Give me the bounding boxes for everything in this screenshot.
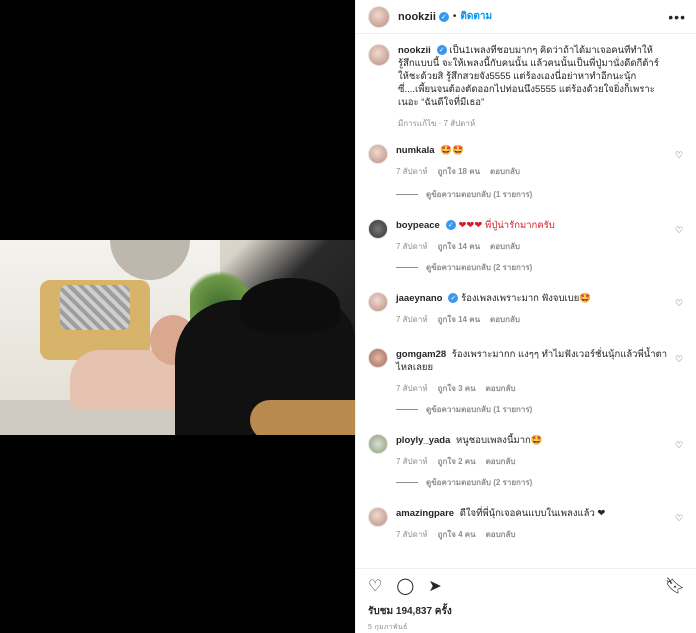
avatar[interactable]	[368, 434, 388, 454]
avatar[interactable]	[368, 348, 388, 368]
caption-meta: มีการแก้ไข · 7 สัปดาห์	[398, 119, 476, 128]
comment-icon[interactable]: ◯	[396, 576, 414, 596]
caption: nookzii ✓ เป็น1เพลงที่ชอบมากๆ คิดว่าถ้าได…	[368, 44, 685, 130]
comment-time: 7 สัปดาห์	[396, 530, 428, 539]
post-date[interactable]: 5 กุมภาพันธ์	[368, 622, 408, 633]
comment-item: amazingpare ดีใจที่พี่นุ้กเจอคนแบบในเพลง…	[368, 507, 685, 541]
comment-time: 7 สัปดาห์	[396, 384, 428, 393]
post-media[interactable]	[0, 0, 355, 633]
post-actions: ♡ ◯ ➤ 🔖︎	[356, 568, 696, 602]
comment-username[interactable]: ployly_yada	[396, 435, 450, 446]
comment-item: boypeace ✓ ❤❤❤ พี่ปู่น่ารักมากครับ 7 สัปด…	[368, 219, 685, 253]
caption-text: เป็น1เพลงที่ชอบมากๆ คิดว่าถ้าได้มาเจอคนท…	[398, 45, 659, 108]
view-replies-label[interactable]: ดูข้อความตอบกลับ (2 รายการ)	[426, 261, 532, 274]
views-count[interactable]: รับชม 194,837 ครั้ง	[368, 604, 452, 619]
avatar[interactable]	[368, 144, 388, 164]
heart-icon[interactable]: ♡	[675, 354, 685, 364]
heart-icon[interactable]: ♡	[675, 298, 685, 308]
comment-likes[interactable]: ถูกใจ 4 คน	[438, 528, 476, 541]
divider	[396, 482, 418, 483]
comment-time: 7 สัปดาห์	[396, 167, 428, 176]
comment-item: gomgam28 ร้องเพราะมากก แงๆๆ ทำไมฟังเวอร์…	[368, 348, 685, 395]
video-guitar	[250, 400, 355, 435]
verified-icon: ✓	[445, 220, 456, 231]
comment-time: 7 สัปดาห์	[396, 457, 428, 466]
comment-likes[interactable]: ถูกใจ 3 คน	[438, 382, 476, 395]
comment-username[interactable]: jaaeynano	[396, 293, 442, 304]
comment-likes[interactable]: ถูกใจ 18 คน	[438, 165, 480, 178]
reply-button[interactable]: ตอบกลับ	[486, 455, 516, 468]
reply-button[interactable]: ตอบกลับ	[490, 313, 520, 326]
video-player[interactable]	[0, 240, 355, 435]
comment-time: 7 สัปดาห์	[396, 242, 428, 251]
view-replies[interactable]: ดูข้อความตอบกลับ (2 รายการ)	[396, 476, 685, 489]
comment-text: ดีใจที่พี่นุ้กเจอคนแบบในเพลงแล้ว ❤	[459, 508, 606, 519]
heart-icon[interactable]: ♡	[368, 576, 382, 596]
avatar[interactable]	[368, 507, 388, 527]
comment-username[interactable]: amazingpare	[396, 508, 454, 519]
avatar[interactable]	[368, 219, 388, 239]
divider	[396, 194, 418, 195]
comment-username[interactable]: numkala	[396, 145, 435, 156]
view-replies[interactable]: ดูข้อความตอบกลับ (1 รายการ)	[396, 403, 685, 416]
header-username[interactable]: nookzii	[398, 11, 436, 23]
comments-feed[interactable]: nookzii ✓ เป็น1เพลงที่ชอบมากๆ คิดว่าถ้าได…	[356, 44, 696, 564]
view-replies-label[interactable]: ดูข้อความตอบกลับ (1 รายการ)	[426, 403, 532, 416]
heart-icon[interactable]: ♡	[675, 150, 685, 160]
video-cap	[240, 278, 340, 333]
comment-likes[interactable]: ถูกใจ 14 คน	[438, 240, 480, 253]
heart-icon[interactable]: ♡	[675, 513, 685, 523]
post-side-panel: nookzii ✓ • ติดตาม ••• nookzii ✓ เป็น1เพล…	[355, 0, 696, 633]
comment-username[interactable]: gomgam28	[396, 349, 446, 360]
view-replies[interactable]: ดูข้อความตอบกลับ (2 รายการ)	[396, 261, 685, 274]
avatar[interactable]	[368, 44, 390, 66]
verified-icon: ✓	[436, 45, 447, 56]
reply-button[interactable]: ตอบกลับ	[490, 165, 520, 178]
heart-icon[interactable]: ♡	[675, 440, 685, 450]
comment-item: jaaeynano ✓ ร้องเพลงเพราะมาก ฟังจบเบย🤩 7 …	[368, 292, 685, 326]
video-pillow	[60, 285, 130, 330]
divider	[396, 267, 418, 268]
verified-icon: ✓	[438, 11, 449, 22]
view-replies-label[interactable]: ดูข้อความตอบกลับ (1 รายการ)	[426, 188, 532, 201]
follow-button[interactable]: ติดตาม	[460, 9, 492, 24]
comment-likes[interactable]: ถูกใจ 14 คน	[438, 313, 480, 326]
comment-text: หนูชอบเพลงนี้มาก🤩	[456, 435, 543, 446]
comment-text: ❤❤❤ พี่ปู่น่ารักมากครับ	[458, 220, 555, 231]
comment-time: 7 สัปดาห์	[396, 315, 428, 324]
paper-plane-icon[interactable]: ➤	[428, 576, 441, 596]
comment-likes[interactable]: ถูกใจ 2 คน	[438, 455, 476, 468]
heart-icon[interactable]: ♡	[675, 225, 685, 235]
divider	[396, 409, 418, 410]
avatar[interactable]	[368, 292, 388, 312]
verified-icon: ✓	[448, 293, 459, 304]
post-header: nookzii ✓ • ติดตาม •••	[356, 0, 696, 34]
comment-text: 🤩🤩	[440, 145, 464, 156]
more-icon[interactable]: •••	[668, 9, 686, 25]
reply-button[interactable]: ตอบกลับ	[486, 528, 516, 541]
separator-dot: •	[452, 11, 457, 22]
view-replies-label[interactable]: ดูข้อความตอบกลับ (2 รายการ)	[426, 476, 532, 489]
bookmark-icon[interactable]: 🔖︎	[665, 576, 685, 596]
reply-button[interactable]: ตอบกลับ	[490, 240, 520, 253]
reply-button[interactable]: ตอบกลับ	[486, 382, 516, 395]
comment-text: ร้องเพลงเพราะมาก ฟังจบเบย🤩	[461, 293, 592, 304]
comment-item: ployly_yada หนูชอบเพลงนี้มาก🤩 7 สัปดาห์ …	[368, 434, 685, 468]
caption-username[interactable]: nookzii	[398, 45, 431, 56]
avatar[interactable]	[368, 5, 390, 28]
comment-item: numkala 🤩🤩 7 สัปดาห์ ถูกใจ 18 คน ตอบกลับ…	[368, 144, 685, 178]
comment-username[interactable]: boypeace	[396, 220, 440, 231]
view-replies[interactable]: ดูข้อความตอบกลับ (1 รายการ)	[396, 188, 685, 201]
